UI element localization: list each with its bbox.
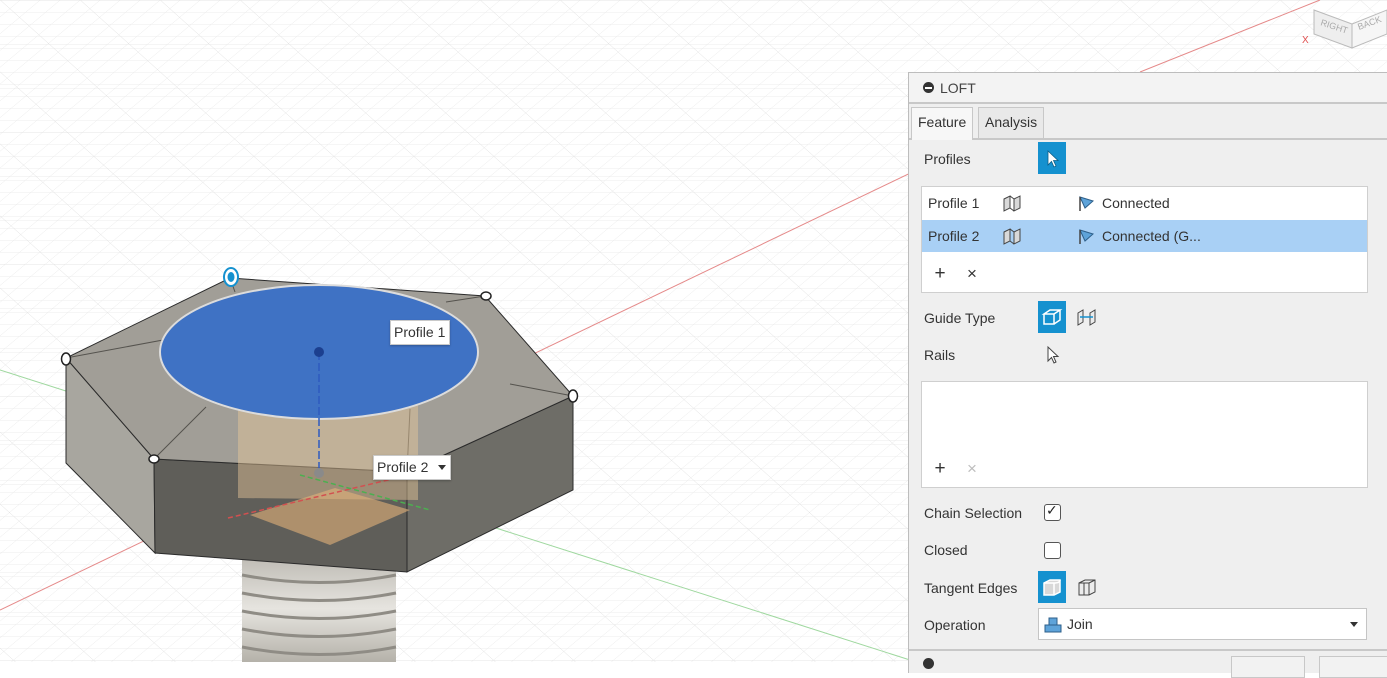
tab-feature[interactable]: Feature (911, 107, 974, 140)
profile-row-condition: Connected (1102, 195, 1170, 211)
remove-rail-button[interactable]: × (964, 460, 980, 477)
rails-guide-icon (1041, 309, 1063, 325)
rails-select-button[interactable] (1044, 343, 1066, 367)
cursor-arrow-icon (1047, 345, 1060, 364)
rails-label: Rails (924, 347, 956, 363)
profile-icon[interactable] (1002, 194, 1022, 212)
closed-label: Closed (924, 542, 968, 558)
chevron-down-icon (1350, 622, 1358, 627)
profile-row[interactable]: Profile 2 Connected (G... (922, 220, 1367, 252)
chevron-down-icon[interactable] (438, 465, 447, 470)
rails-list: + × (921, 381, 1368, 488)
tab-analysis[interactable]: Analysis (978, 107, 1045, 138)
guide-type-rails-button[interactable] (1038, 301, 1066, 333)
profile-2-tag-label: Profile 2 (377, 459, 429, 475)
loft-dialog: LOFT Feature Analysis Profiles Profile 1… (908, 72, 1387, 678)
tangent-edges-label: Tangent Edges (924, 580, 1018, 596)
bolt-thread (241, 555, 397, 662)
tab-feature-label: Feature (918, 114, 967, 130)
viewcube-x-axis-label: X (1302, 35, 1309, 46)
condition-icon[interactable] (1077, 194, 1097, 212)
profiles-label: Profiles (924, 151, 971, 167)
dialog-footer-divider (909, 649, 1387, 651)
profile-1-tag[interactable]: Profile 1 (390, 320, 451, 345)
chain-selection-checkbox[interactable]: ✓ (1044, 503, 1061, 521)
dialog-tabs: Feature Analysis (909, 105, 1387, 140)
collapse-icon[interactable] (923, 82, 934, 93)
guide-type-label: Guide Type (924, 310, 996, 326)
guide-type-centerline-button[interactable] (1073, 301, 1101, 333)
info-icon[interactable] (923, 658, 934, 669)
tab-analysis-label: Analysis (985, 114, 1038, 130)
add-rail-button[interactable]: + (932, 459, 948, 478)
operation-dropdown[interactable]: Join (1038, 608, 1367, 640)
centerline-guide-icon (1077, 309, 1096, 326)
profiles-list: Profile 1 Connected Profile 2 Connected … (921, 186, 1368, 293)
ok-button[interactable] (1231, 656, 1305, 678)
profile-row-condition: Connected (G... (1102, 228, 1201, 244)
merge-tangent-icon (1043, 579, 1061, 596)
join-icon (1044, 617, 1062, 633)
profiles-select-button[interactable] (1038, 142, 1066, 174)
check-icon: ✓ (1046, 503, 1058, 519)
condition-icon[interactable] (1077, 227, 1097, 245)
chain-selection-label: Chain Selection (924, 505, 1023, 521)
profile-row-name: Profile 2 (928, 228, 980, 244)
profile-row-name: Profile 1 (928, 195, 980, 211)
profile-2-tag[interactable]: Profile 2 (373, 455, 452, 480)
profile-row[interactable]: Profile 1 Connected (922, 187, 1367, 219)
dialog-title: LOFT (940, 80, 976, 96)
cursor-arrow-icon (1047, 150, 1060, 168)
remove-profile-button[interactable]: × (964, 265, 980, 282)
profile-icon[interactable] (1002, 227, 1022, 245)
tangent-edges-keep-button[interactable] (1073, 571, 1101, 603)
closed-checkbox[interactable] (1044, 542, 1061, 559)
tangent-edges-merge-button[interactable] (1038, 571, 1066, 603)
operation-label: Operation (924, 617, 986, 633)
cancel-button[interactable] (1319, 656, 1387, 678)
dialog-title-bar[interactable]: LOFT (909, 73, 1387, 104)
operation-value: Join (1067, 616, 1093, 632)
add-profile-button[interactable]: + (932, 264, 948, 283)
profile-1-tag-label: Profile 1 (394, 324, 446, 340)
keep-tangent-icon (1078, 579, 1096, 596)
